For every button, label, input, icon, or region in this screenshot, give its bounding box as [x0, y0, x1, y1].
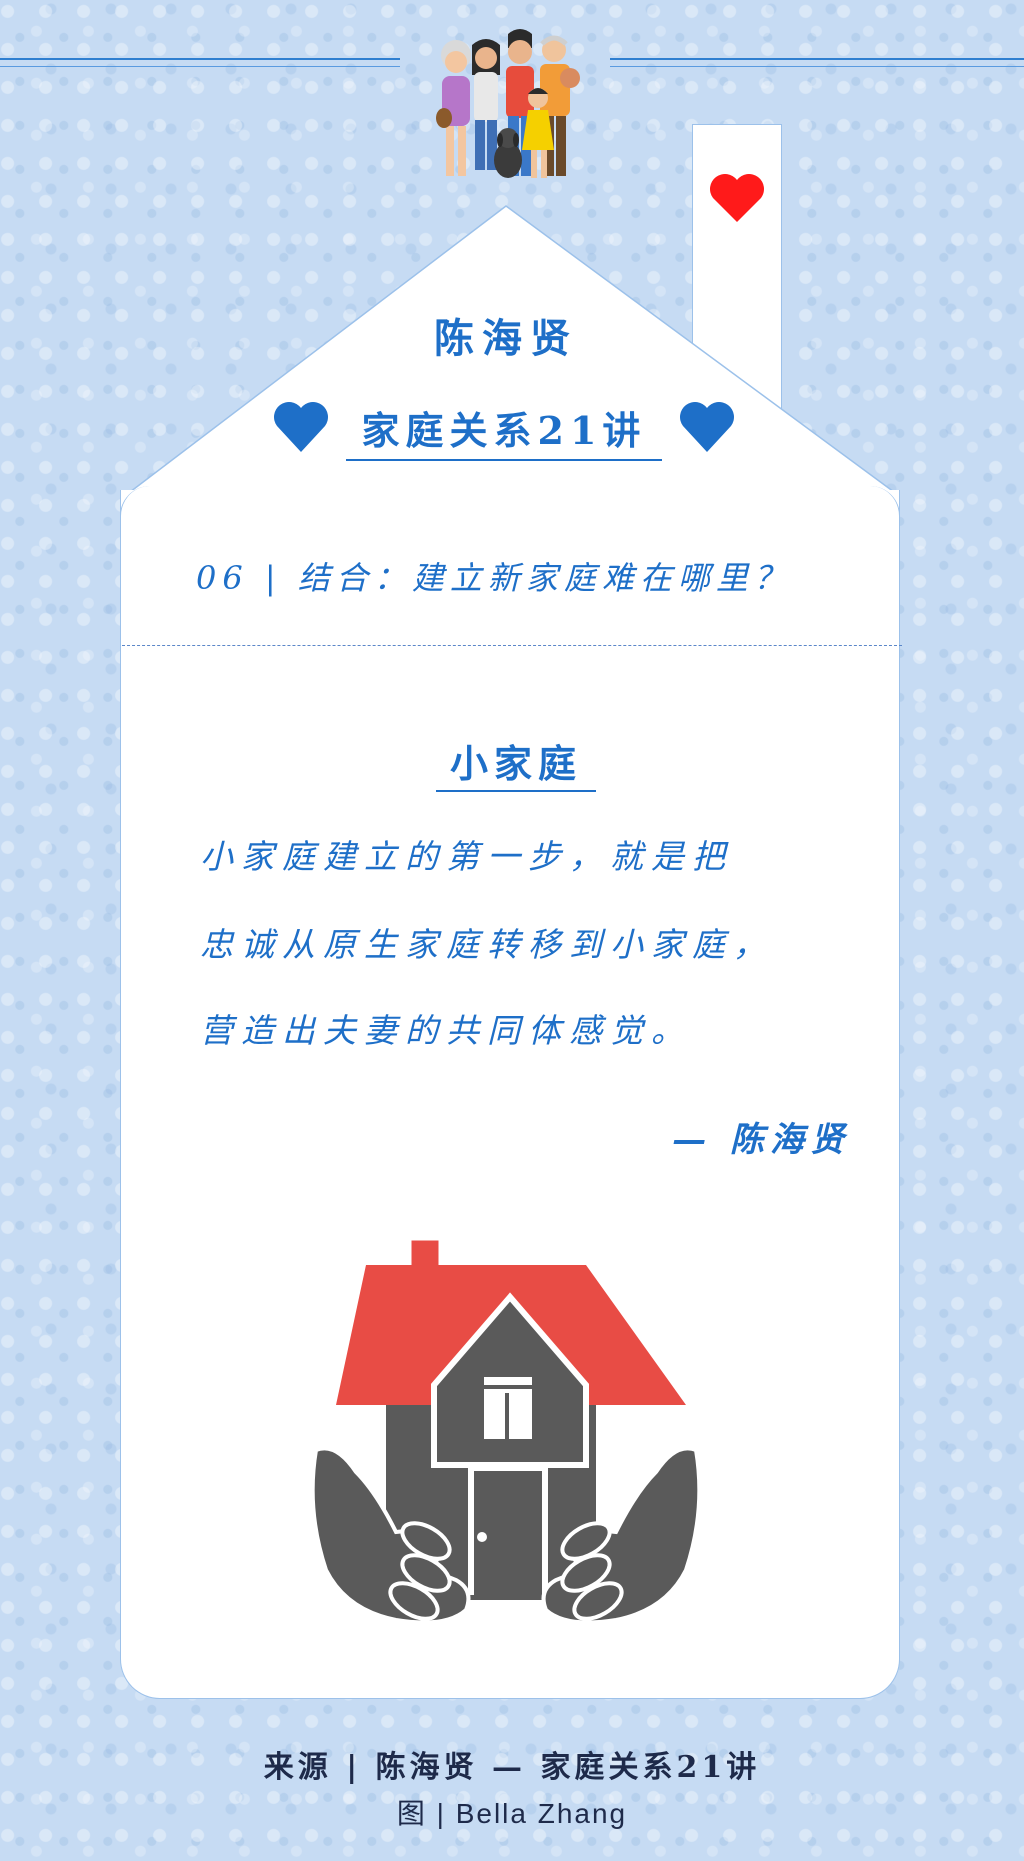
footer-credit: 图 | Bella Zhang: [396, 1798, 628, 1829]
footer-source: 来源 | 陈海贤 — 家庭关系21讲: [263, 1750, 761, 1785]
quote-attribution: — 陈海贤: [672, 1120, 850, 1160]
house-card-top: [120, 486, 900, 516]
house-in-hands-icon: [310, 1237, 702, 1625]
dashed-divider: [122, 645, 902, 646]
quote-line-1: 小家庭建立的第一步，就是把: [200, 837, 733, 876]
series-title: 家庭关系21讲: [346, 400, 662, 461]
episode-label: 06 | 结合：建立新家庭难在哪里？: [196, 559, 792, 597]
quote-line-2: 忠诚从原生家庭转移到小家庭，: [200, 925, 774, 964]
heart-left-icon: [274, 402, 328, 452]
heart-right-icon: [680, 402, 734, 452]
author-title: 陈海贤: [434, 315, 578, 362]
section-heading: 小家庭: [436, 733, 596, 792]
quote-line-3: 营造出夫妻的共同体感觉。: [200, 1011, 692, 1050]
